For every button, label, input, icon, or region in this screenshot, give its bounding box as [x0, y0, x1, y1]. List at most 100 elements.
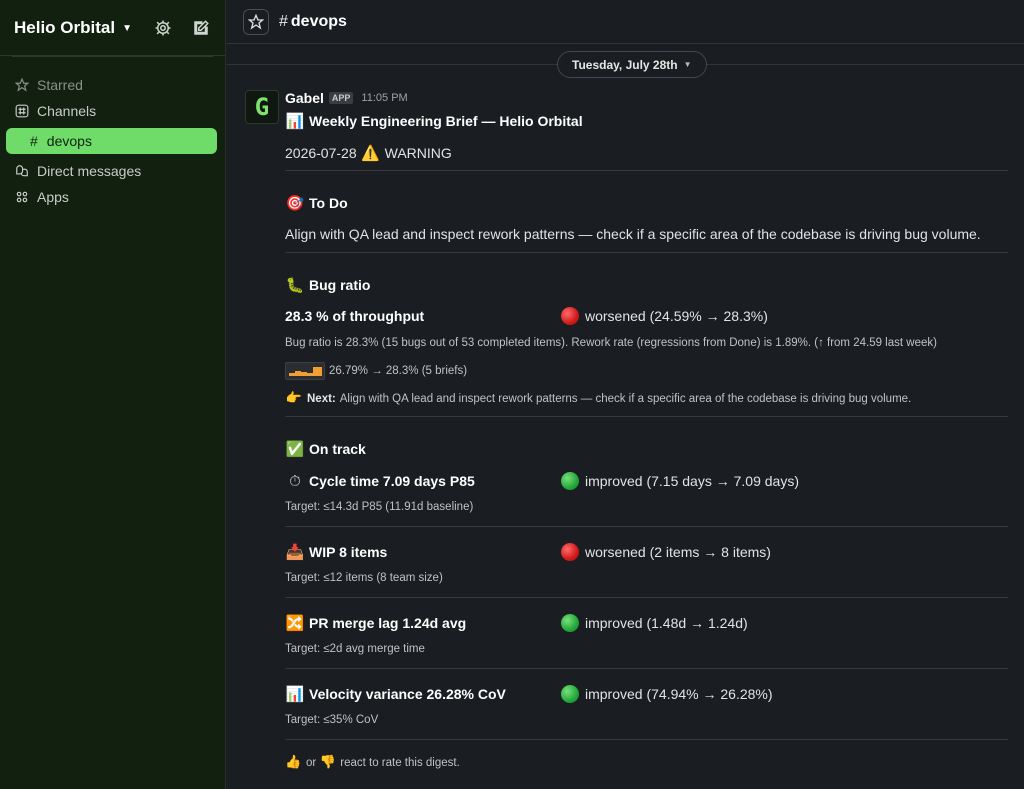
green-circle-icon: [561, 685, 579, 703]
bug-trend: worsened (24.59% → 28.3%): [561, 307, 768, 325]
metric-trend: improved (74.94% → 26.28%): [561, 685, 773, 703]
todo-text: Align with QA lead and inspect rework pa…: [285, 226, 981, 242]
divider: [285, 170, 1008, 171]
channel-header: # devops: [227, 0, 1024, 44]
thumbs-down-icon[interactable]: 👎: [319, 754, 336, 772]
brief-date: 2026-07-28: [285, 145, 357, 161]
metric-row: ⏱ Cycle time 7.09 days P85 improved (7.1…: [285, 472, 1008, 490]
metric-trend-text: improved (74.94% → 26.28%): [585, 686, 773, 702]
bug-spark-row: 26.79% → 28.3% (5 briefs): [285, 362, 467, 380]
todo-heading: To Do: [309, 195, 348, 211]
bug-heading-row: 🐛 Bug ratio: [285, 276, 371, 294]
pointing-hand-icon: 👉: [285, 391, 303, 406]
chart-icon: 📊: [285, 685, 305, 703]
stopwatch-icon: ⏱: [289, 472, 301, 490]
metric-name: PR merge lag 1.24d avg: [309, 615, 467, 631]
bug-icon: 🐛: [285, 276, 305, 294]
channel-name[interactable]: # devops: [279, 13, 347, 31]
metric-trend: improved (7.15 days → 7.09 days): [561, 472, 799, 490]
chevron-down-icon: ▼: [683, 60, 692, 69]
sidebar-item-devops[interactable]: # devops: [6, 128, 217, 154]
metric-trend-text: improved (1.48d → 1.24d): [585, 615, 748, 631]
compose-icon[interactable]: [191, 18, 211, 38]
divider: [285, 668, 1008, 669]
spark-text: 26.79% → 28.3% (5 briefs): [329, 365, 468, 377]
date-divider-label: Tuesday, July 28th: [572, 57, 678, 72]
status-row: 2026-07-28 ⚠️ WARNING: [285, 144, 452, 162]
direct-messages-icon: [14, 163, 30, 179]
sparkline-image[interactable]: [285, 362, 325, 380]
sidebar-item-channels[interactable]: Channels: [0, 98, 225, 124]
sidebar-item-label: Starred: [37, 77, 83, 93]
check-icon: ✅: [285, 440, 305, 458]
metric-target: Target: ≤12 items (8 team size): [285, 572, 443, 584]
footer-row: 👍 or 👎 react to rate this digest.: [285, 754, 460, 772]
metric-target: Target: ≤2d avg merge time: [285, 643, 425, 655]
brief-title-row: 📊 Weekly Engineering Brief — Helio Orbit…: [285, 112, 583, 130]
red-circle-icon: [561, 543, 579, 561]
hash-icon: #: [30, 133, 38, 149]
divider: [285, 416, 1008, 417]
sender-name[interactable]: Gabel: [285, 90, 324, 106]
metric-trend-text: worsened (2 items → 8 items): [585, 544, 771, 560]
channel-name-text: devops: [290, 12, 347, 30]
red-circle-icon: [561, 307, 579, 325]
bug-metric-row: 28.3 % of throughput worsened (24.59% → …: [285, 307, 1008, 325]
timestamp[interactable]: 11:05 PM: [361, 92, 407, 104]
green-circle-icon: [561, 614, 579, 632]
metric-name: Cycle time 7.09 days P85: [309, 473, 475, 489]
bug-metric: 28.3 % of throughput: [285, 308, 425, 324]
bug-detail: Bug ratio is 28.3% (15 bugs out of 53 co…: [285, 337, 937, 349]
divider: [285, 597, 1008, 598]
on-track-heading: On track: [309, 441, 366, 457]
todo-heading-row: 🎯 To Do: [285, 194, 348, 212]
sidebar-item-starred[interactable]: Starred: [0, 72, 225, 98]
date-divider-button[interactable]: Tuesday, July 28th ▼: [557, 51, 707, 78]
avatar[interactable]: G: [245, 90, 279, 124]
star-icon: [14, 77, 30, 93]
channels-icon: [14, 103, 30, 119]
metric-row: 📊 Velocity variance 26.28% CoV improved …: [285, 685, 1008, 703]
gear-icon[interactable]: [153, 18, 173, 38]
chart-icon: 📊: [285, 112, 305, 130]
metric-row: 📥 WIP 8 items worsened (2 items → 8 item…: [285, 543, 1008, 561]
apps-icon: [14, 189, 30, 205]
metric-target-row: Target: ≤14.3d P85 (11.91d baseline): [285, 501, 473, 513]
footer-text: react to rate this digest.: [340, 757, 460, 769]
metric-name: WIP 8 items: [309, 544, 388, 560]
metric-target-row: Target: ≤2d avg merge time: [285, 643, 425, 655]
sidebar-item-direct-messages[interactable]: Direct messages: [0, 158, 225, 184]
dart-icon: 🎯: [285, 194, 305, 212]
message-content: Gabel APP 11:05 PM 📊 Weekly Engineering …: [285, 90, 1008, 770]
green-circle-icon: [561, 472, 579, 490]
status-word: WARNING: [384, 145, 452, 161]
divider: [285, 252, 1008, 253]
sidebar: Helio Orbital ▼ Starred Channels # devop…: [0, 0, 226, 789]
next-text: Align with QA lead and inspect rework pa…: [339, 393, 912, 405]
sidebar-nav: Starred Channels # devops Direct message…: [0, 72, 225, 210]
star-channel-button[interactable]: [243, 8, 269, 35]
metric-target: Target: ≤14.3d P85 (11.91d baseline): [285, 501, 474, 513]
metric-target-row: Target: ≤12 items (8 team size): [285, 572, 443, 584]
metric-target-row: Target: ≤35% CoV: [285, 714, 378, 726]
main-pane: # devops Tuesday, July 28th ▼ G Gabel APP…: [227, 0, 1024, 789]
metric-trend: worsened (2 items → 8 items): [561, 543, 771, 561]
thumbs-up-icon[interactable]: 👍: [285, 754, 302, 772]
sidebar-item-apps[interactable]: Apps: [0, 184, 225, 210]
sidebar-item-label: Direct messages: [37, 163, 142, 179]
bug-heading: Bug ratio: [309, 277, 371, 293]
chevron-down-icon[interactable]: ▼: [122, 23, 132, 34]
bug-trend-text: worsened (24.59% → 28.3%): [585, 308, 768, 324]
next-label: Next:: [307, 393, 336, 405]
hash-icon: #: [279, 12, 288, 30]
warning-icon: ⚠️: [361, 144, 380, 162]
metric-trend: improved (1.48d → 1.24d): [561, 614, 748, 632]
sidebar-item-label: Apps: [37, 189, 69, 205]
footer-or: or: [306, 757, 317, 769]
workspace-name[interactable]: Helio Orbital: [14, 18, 115, 38]
divider: [285, 526, 1008, 527]
app-badge: APP: [328, 92, 354, 104]
on-track-heading-row: ✅ On track: [285, 440, 366, 458]
inbox-icon: 📥: [285, 543, 305, 561]
bug-next-row: 👉 Next: Align with QA lead and inspect r…: [285, 390, 911, 408]
